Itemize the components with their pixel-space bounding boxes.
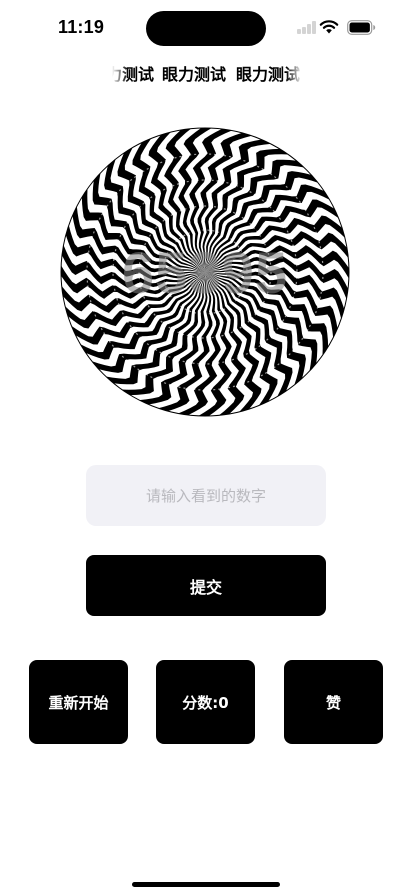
marquee-item: 眼力测试 <box>112 65 155 84</box>
title-marquee: 眼力测试眼力测试眼力测试 <box>112 62 302 88</box>
like-button[interactable]: 赞 <box>284 660 383 744</box>
marquee-item: 眼力测试 <box>162 65 227 84</box>
optical-illusion-image: 65395 <box>60 127 350 417</box>
status-bar: 11:19 <box>0 0 412 56</box>
battery-icon <box>347 20 376 35</box>
restart-button[interactable]: 重新开始 <box>29 660 128 744</box>
answer-input[interactable] <box>86 465 326 526</box>
hidden-digits: 65395 <box>121 241 289 306</box>
score-button[interactable]: 分数:0 <box>156 660 255 744</box>
status-time: 11:19 <box>58 17 105 37</box>
marquee-item: 眼力测试 <box>236 65 301 84</box>
home-indicator <box>132 882 280 887</box>
wifi-icon <box>319 20 339 34</box>
dynamic-island <box>146 11 266 46</box>
cellular-signal-icon <box>297 21 317 34</box>
submit-button[interactable]: 提交 <box>86 555 326 616</box>
